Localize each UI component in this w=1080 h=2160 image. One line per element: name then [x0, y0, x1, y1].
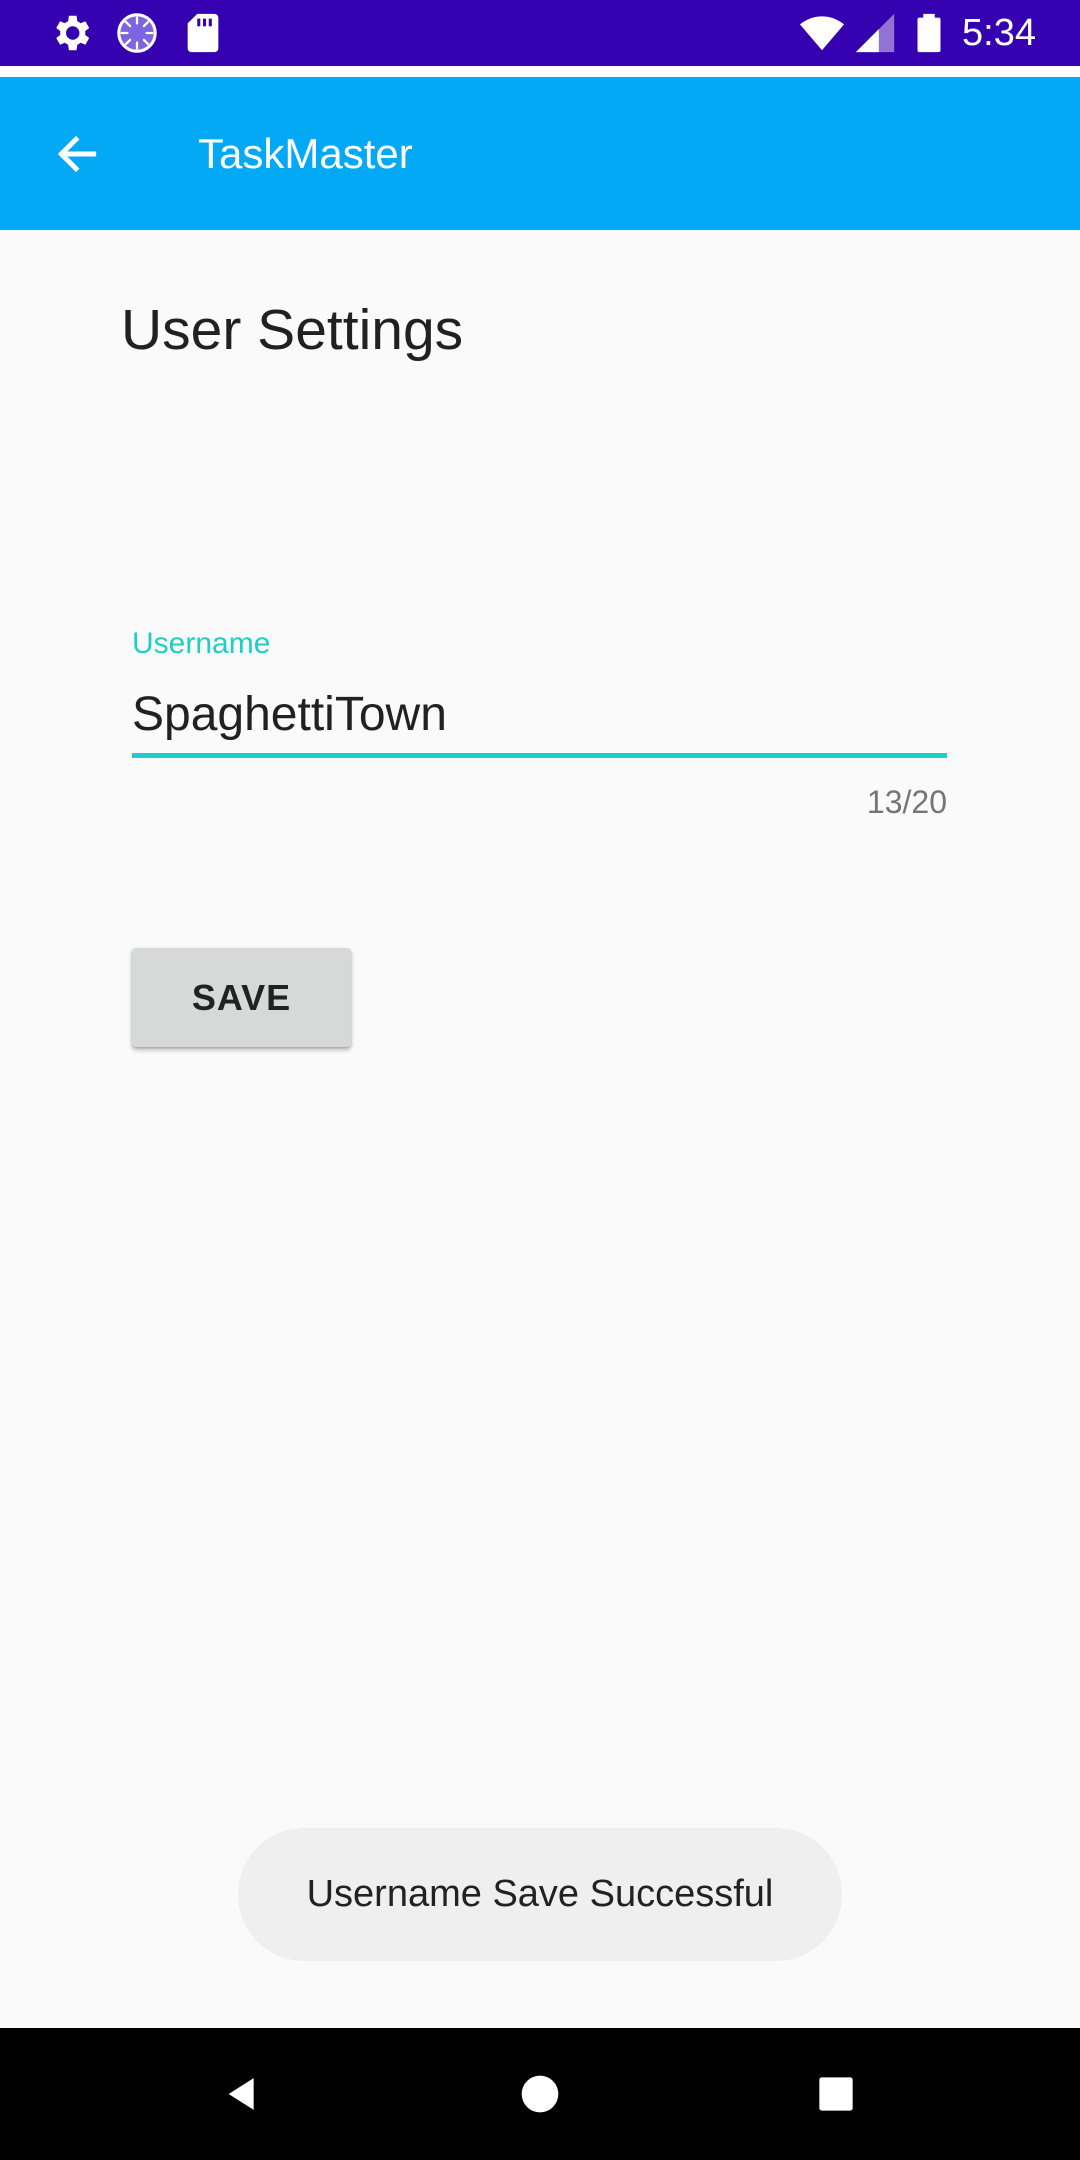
home-circle-icon [521, 2075, 559, 2113]
nav-recents-button[interactable] [796, 2054, 876, 2134]
navigation-bar [0, 2028, 1080, 2160]
username-underline [132, 753, 947, 758]
app-bar: TaskMaster [0, 77, 1080, 230]
nav-home-button[interactable] [500, 2054, 580, 2134]
signal-icon [855, 13, 895, 53]
sync-icon [117, 13, 157, 53]
arrow-left-icon [57, 135, 97, 173]
wifi-icon [799, 16, 845, 51]
status-bar: 5:34 [0, 0, 1080, 66]
back-button[interactable] [30, 107, 124, 201]
gear-icon [56, 15, 90, 51]
sd-card-icon [187, 13, 219, 53]
save-button[interactable]: SAVE [132, 948, 351, 1047]
recents-square-icon [819, 2077, 853, 2111]
toast-message: Username Save Successful [238, 1828, 842, 1961]
page-title: User Settings [121, 298, 464, 362]
app-title: TaskMaster [198, 130, 413, 177]
character-counter: 13/20 [866, 784, 947, 820]
status-time: 5:34 [962, 12, 1036, 54]
back-triangle-icon [228, 2078, 254, 2110]
screen: 5:34 TaskMaster User Settings Username 1… [0, 0, 1080, 2160]
status-divider [0, 66, 1080, 77]
username-label: Username [132, 627, 271, 660]
username-input[interactable] [132, 684, 947, 744]
battery-icon [917, 13, 941, 53]
nav-back-button[interactable] [202, 2054, 282, 2134]
